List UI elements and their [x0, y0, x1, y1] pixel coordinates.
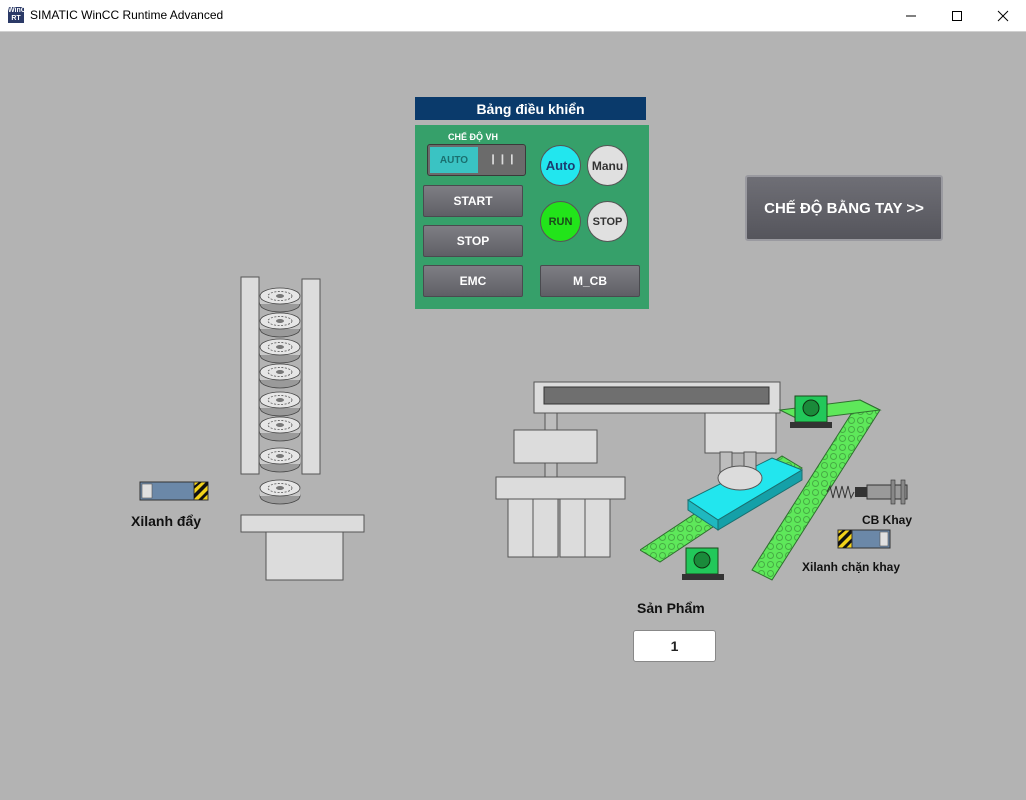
tray-stop-cylinder-icon [837, 529, 891, 549]
magazine-disk [259, 447, 301, 473]
toggle-auto-label: AUTO [430, 147, 478, 173]
wincc-app-icon: WinCC RT [8, 7, 31, 23]
manual-mode-button[interactable]: CHẾ ĐỘ BẰNG TAY >> [745, 175, 943, 241]
close-icon [997, 10, 1009, 21]
magazine-disk [259, 338, 301, 364]
push-cylinder-label: Xilanh đẩy [131, 513, 202, 529]
run-indicator: RUN [540, 201, 581, 242]
maximize-button[interactable] [934, 0, 980, 31]
control-panel-title: Bảng điều khiển [415, 97, 646, 120]
product-count-field[interactable]: 1 [633, 630, 716, 662]
conveyor-motor-icon [790, 395, 832, 428]
operation-mode-label: CHẾ ĐỘ VH [448, 132, 499, 142]
magazine-disk [259, 416, 301, 442]
stop-indicator: STOP [587, 201, 628, 242]
window-titlebar: WinCC RT SIMATIC WinCC Runtime Advanced [0, 0, 1026, 32]
magazine-disk [259, 287, 301, 313]
emc-button[interactable]: EMC [423, 265, 523, 297]
product-label: Sản Phẩm [637, 600, 705, 616]
magazine-disk [259, 363, 301, 389]
conveyor-motor-icon [682, 547, 724, 580]
push-cylinder-icon [139, 481, 209, 501]
maximize-icon [952, 10, 962, 21]
magazine-feeder-graphic [139, 276, 365, 581]
stop-button[interactable]: STOP [423, 225, 523, 257]
magazine-disk [259, 391, 301, 417]
tray-stop-cylinder-label: Xilanh chặn khay [802, 560, 901, 574]
tray-sensor-icon [826, 479, 908, 505]
pushed-disk [259, 479, 301, 505]
mcb-button[interactable]: M_CB [540, 265, 640, 297]
start-button[interactable]: START [423, 185, 523, 217]
minimize-button[interactable] [888, 0, 934, 31]
tray-sensor-label: CB Khay [862, 513, 913, 527]
magazine-disk [259, 312, 301, 338]
toggle-grip-icon: ❙❙❙ [488, 154, 517, 165]
manu-indicator: Manu [587, 145, 628, 186]
close-button[interactable] [980, 0, 1026, 31]
minimize-icon [906, 15, 916, 16]
window-title: SIMATIC WinCC Runtime Advanced [30, 8, 224, 22]
operation-mode-toggle[interactable]: AUTO ❙❙❙ [427, 144, 526, 176]
auto-indicator: Auto [540, 145, 581, 186]
